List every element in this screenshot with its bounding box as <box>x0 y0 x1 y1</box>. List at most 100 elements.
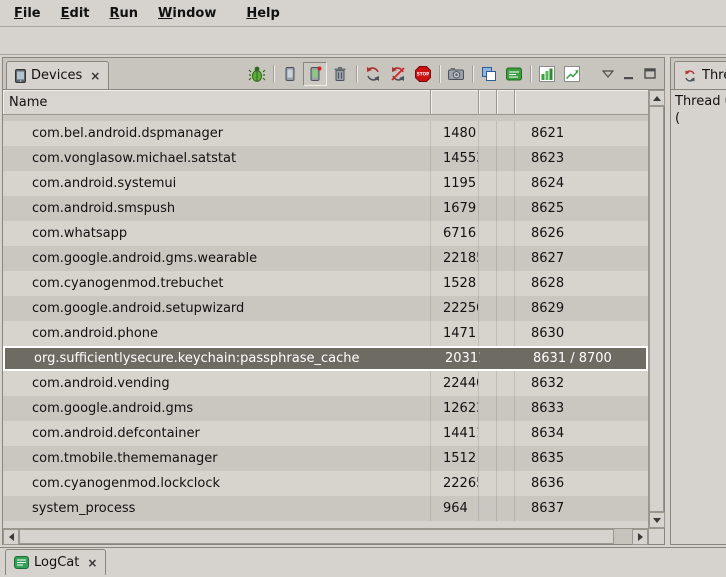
minimize-icon[interactable] <box>619 64 639 84</box>
cell-pid: 22185 <box>431 246 479 271</box>
cell-pid: 1471 <box>431 321 479 346</box>
table-row[interactable]: com.google.android.gms126238633 <box>3 396 648 421</box>
cause-gc-icon[interactable] <box>328 62 352 86</box>
table-row[interactable]: com.cyanogenmod.lockclock222658636 <box>3 471 648 496</box>
cell-port: 8628 <box>515 271 648 296</box>
devices-tab-bar: Devices × <box>3 58 664 90</box>
menu-help[interactable]: Help <box>236 3 289 24</box>
cell-c2 <box>497 221 515 246</box>
cell-port: 8623 <box>515 146 648 171</box>
tab-threads[interactable]: Threa <box>674 61 726 89</box>
view-menu-icon[interactable] <box>598 64 618 84</box>
scroll-up-button[interactable] <box>649 90 665 106</box>
table-row[interactable]: org.sufficientlysecure.keychain:passphra… <box>3 346 648 371</box>
table-row[interactable]: com.android.defcontainer144118634 <box>3 421 648 446</box>
cell-c1 <box>479 246 497 271</box>
table-header: Name <box>3 90 648 115</box>
cell-c2 <box>497 321 515 346</box>
horizontal-scrollbar[interactable] <box>3 528 648 544</box>
menu-edit[interactable]: Edit <box>51 3 100 24</box>
column-header-3[interactable] <box>479 90 497 114</box>
table-row[interactable]: com.android.phone14718630 <box>3 321 648 346</box>
main-toolbar <box>0 27 726 55</box>
capture-systrace-icon[interactable] <box>502 62 526 86</box>
scroll-down-button[interactable] <box>649 512 665 528</box>
cell-pid: 964 <box>431 496 479 521</box>
tab-logcat[interactable]: LogCat × <box>5 549 106 575</box>
threads-status-line2: ( <box>675 110 726 127</box>
cell-port: 8631 / 8700 <box>517 348 646 369</box>
table-row[interactable]: com.whatsapp67168626 <box>3 221 648 246</box>
cell-name: com.android.smspush <box>3 196 431 221</box>
column-header-pid[interactable] <box>431 90 479 114</box>
cell-name: com.tmobile.thememanager <box>3 446 431 471</box>
tab-close-icon[interactable]: × <box>87 556 97 570</box>
cell-c2 <box>497 196 515 221</box>
arrow-up-icon <box>653 96 661 101</box>
cell-c1 <box>479 371 497 396</box>
menu-file[interactable]: File <box>4 3 51 24</box>
table-row[interactable]: com.android.systemui11958624 <box>3 171 648 196</box>
cell-name: com.google.android.gms <box>3 396 431 421</box>
cell-pid: 12623 <box>431 396 479 421</box>
vertical-scroll-track[interactable] <box>649 106 664 512</box>
stop-method-profiling-icon[interactable] <box>386 62 410 86</box>
column-header-4[interactable] <box>497 90 515 114</box>
table-row[interactable]: com.google.android.gms.wearable221858627 <box>3 246 648 271</box>
debug-process-icon[interactable] <box>245 62 269 86</box>
horizontal-scroll-track[interactable] <box>19 529 632 544</box>
scrollbar-corner <box>648 528 664 544</box>
maximize-icon[interactable] <box>640 64 660 84</box>
heap-stats-icon[interactable] <box>535 62 559 86</box>
cell-name: com.google.android.setupwizard <box>3 296 431 321</box>
tab-close-icon[interactable]: × <box>90 69 100 83</box>
vertical-scrollbar[interactable] <box>648 90 664 528</box>
column-header-name[interactable]: Name <box>3 90 431 114</box>
network-stats-icon[interactable] <box>560 62 584 86</box>
threads-icon <box>683 69 697 83</box>
tab-logcat-label: LogCat <box>34 555 79 570</box>
column-header-port[interactable] <box>515 90 648 114</box>
screen-capture-icon[interactable] <box>444 62 468 86</box>
table-row[interactable]: com.android.smspush16798625 <box>3 196 648 221</box>
tab-threads-label: Threa <box>702 68 726 83</box>
menu-run[interactable]: Run <box>100 3 149 24</box>
menu-window[interactable]: Window <box>148 3 226 24</box>
cell-c1 <box>479 171 497 196</box>
update-heap-icon[interactable] <box>278 62 302 86</box>
table-row[interactable]: com.bel.android.dspmanager14808621 <box>3 121 648 146</box>
table-row[interactable]: com.vonglasow.michael.satstat145538623 <box>3 146 648 171</box>
scroll-left-button[interactable] <box>3 529 19 545</box>
cell-pid: 22265 <box>431 471 479 496</box>
table-row[interactable]: com.tmobile.thememanager15128635 <box>3 446 648 471</box>
cell-port: 8627 <box>515 246 648 271</box>
cell-pid: 20311 <box>433 348 481 369</box>
heap-updates-enabled-icon[interactable] <box>303 62 327 86</box>
vertical-scroll-thumb[interactable] <box>649 106 664 512</box>
cell-port: 8635 <box>515 446 648 471</box>
cell-c2 <box>497 146 515 171</box>
scroll-right-button[interactable] <box>632 529 648 545</box>
update-threads-icon[interactable] <box>361 62 385 86</box>
cell-port: 8630 <box>515 321 648 346</box>
dump-view-hierarchy-icon[interactable] <box>477 62 501 86</box>
stop-process-icon[interactable]: STOP <box>411 62 435 86</box>
table-row[interactable]: com.google.android.setupwizard222508629 <box>3 296 648 321</box>
cell-name: com.android.systemui <box>3 171 431 196</box>
toolbar-separator <box>472 65 473 83</box>
cell-c1 <box>479 121 497 146</box>
tab-devices[interactable]: Devices × <box>6 61 109 89</box>
cell-name: com.whatsapp <box>3 221 431 246</box>
cell-name: com.vonglasow.michael.satstat <box>3 146 431 171</box>
table-row[interactable]: system_process9648637 <box>3 496 648 521</box>
table-row[interactable]: com.android.vending224408632 <box>3 371 648 396</box>
cell-pid: 1679 <box>431 196 479 221</box>
cell-name: com.cyanogenmod.lockclock <box>3 471 431 496</box>
cell-port: 8629 <box>515 296 648 321</box>
cell-port: 8626 <box>515 221 648 246</box>
cell-port: 8624 <box>515 171 648 196</box>
horizontal-scroll-thumb[interactable] <box>19 529 614 544</box>
cell-c1 <box>479 396 497 421</box>
table-row[interactable]: com.cyanogenmod.trebuchet15288628 <box>3 271 648 296</box>
cell-c1 <box>479 496 497 521</box>
